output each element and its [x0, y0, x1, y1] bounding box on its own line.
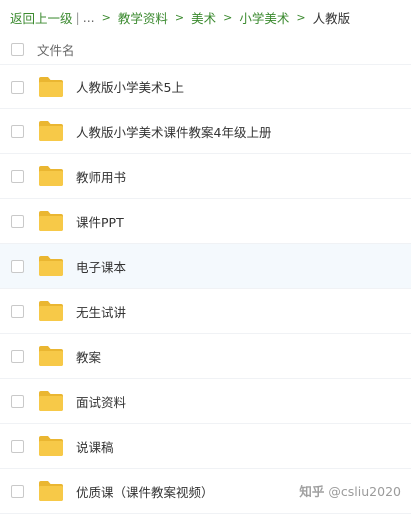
file-row[interactable]: 电子课本: [0, 244, 411, 289]
file-row[interactable]: 说课稿: [0, 424, 411, 469]
breadcrumb-current: 人教版: [312, 10, 351, 26]
breadcrumb-pipe: |: [75, 9, 80, 25]
column-header-filename[interactable]: 文件名: [37, 40, 75, 59]
folder-icon[interactable]: [38, 480, 64, 502]
folder-icon[interactable]: [38, 210, 64, 232]
row-checkbox[interactable]: [11, 440, 24, 453]
row-checkbox[interactable]: [11, 215, 24, 228]
row-checkbox[interactable]: [11, 260, 24, 273]
watermark-text: @csliu2020: [328, 484, 401, 499]
folder-icon[interactable]: [38, 345, 64, 367]
row-checkbox[interactable]: [11, 170, 24, 183]
breadcrumb-ellipsis[interactable]: ...: [83, 10, 95, 25]
file-name-link[interactable]: 人教版小学美术课件教案4年级上册: [76, 122, 271, 141]
file-row[interactable]: 教师用书: [0, 154, 411, 199]
breadcrumb-separator: >: [223, 10, 233, 24]
back-link[interactable]: 返回上一级: [10, 8, 73, 27]
file-name-link[interactable]: 教案: [76, 347, 101, 366]
folder-icon[interactable]: [38, 255, 64, 277]
breadcrumb-item-primary-art[interactable]: 小学美术: [239, 8, 289, 27]
file-row[interactable]: 人教版小学美术5上: [0, 64, 411, 109]
breadcrumb-separator: >: [101, 10, 111, 24]
row-checkbox[interactable]: [11, 485, 24, 498]
file-row[interactable]: 课件PPT: [0, 199, 411, 244]
file-list: 人教版小学美术5上人教版小学美术课件教案4年级上册 教师用书课件PPT 电子课本无生…: [0, 64, 411, 514]
file-name-link[interactable]: 说课稿: [76, 437, 114, 456]
row-checkbox[interactable]: [11, 305, 24, 318]
folder-icon[interactable]: [38, 165, 64, 187]
breadcrumb-separator: >: [174, 10, 185, 24]
folder-icon[interactable]: [38, 435, 64, 457]
breadcrumb-item-teaching-materials[interactable]: 教学资料: [118, 8, 168, 27]
file-name-link[interactable]: 优质课（课件教案视频）: [76, 482, 214, 501]
breadcrumb-separator: >: [296, 10, 306, 24]
file-name-link[interactable]: 面试资料: [76, 392, 126, 411]
watermark-logo: 知乎: [299, 484, 325, 499]
file-name-link[interactable]: 无生试讲: [76, 302, 126, 321]
watermark: 知乎 @csliu2020: [299, 481, 401, 500]
select-all-checkbox[interactable]: [11, 42, 24, 56]
file-row[interactable]: 面试资料: [0, 379, 411, 424]
row-checkbox[interactable]: [11, 395, 24, 408]
list-header: 文件名: [0, 34, 411, 64]
file-name-link[interactable]: 人教版小学美术5上: [76, 77, 184, 96]
row-checkbox[interactable]: [11, 81, 24, 94]
file-row[interactable]: 教案: [0, 334, 411, 379]
folder-icon[interactable]: [38, 76, 64, 98]
file-row[interactable]: 人教版小学美术课件教案4年级上册: [0, 109, 411, 154]
folder-icon[interactable]: [38, 120, 64, 142]
breadcrumb: 返回上一级 | ... > 教学资料 > 美术 > 小学美术 > 人教版: [0, 0, 411, 34]
breadcrumb-item-art[interactable]: 美术: [191, 8, 216, 27]
folder-icon[interactable]: [38, 390, 64, 412]
file-name-link[interactable]: 教师用书: [76, 167, 126, 186]
file-name-link[interactable]: 电子课本: [76, 257, 126, 276]
folder-icon[interactable]: [38, 300, 64, 322]
row-checkbox[interactable]: [11, 125, 24, 138]
file-row[interactable]: 无生试讲: [0, 289, 411, 334]
file-name-link[interactable]: 课件PPT: [76, 212, 124, 231]
row-checkbox[interactable]: [11, 350, 24, 363]
